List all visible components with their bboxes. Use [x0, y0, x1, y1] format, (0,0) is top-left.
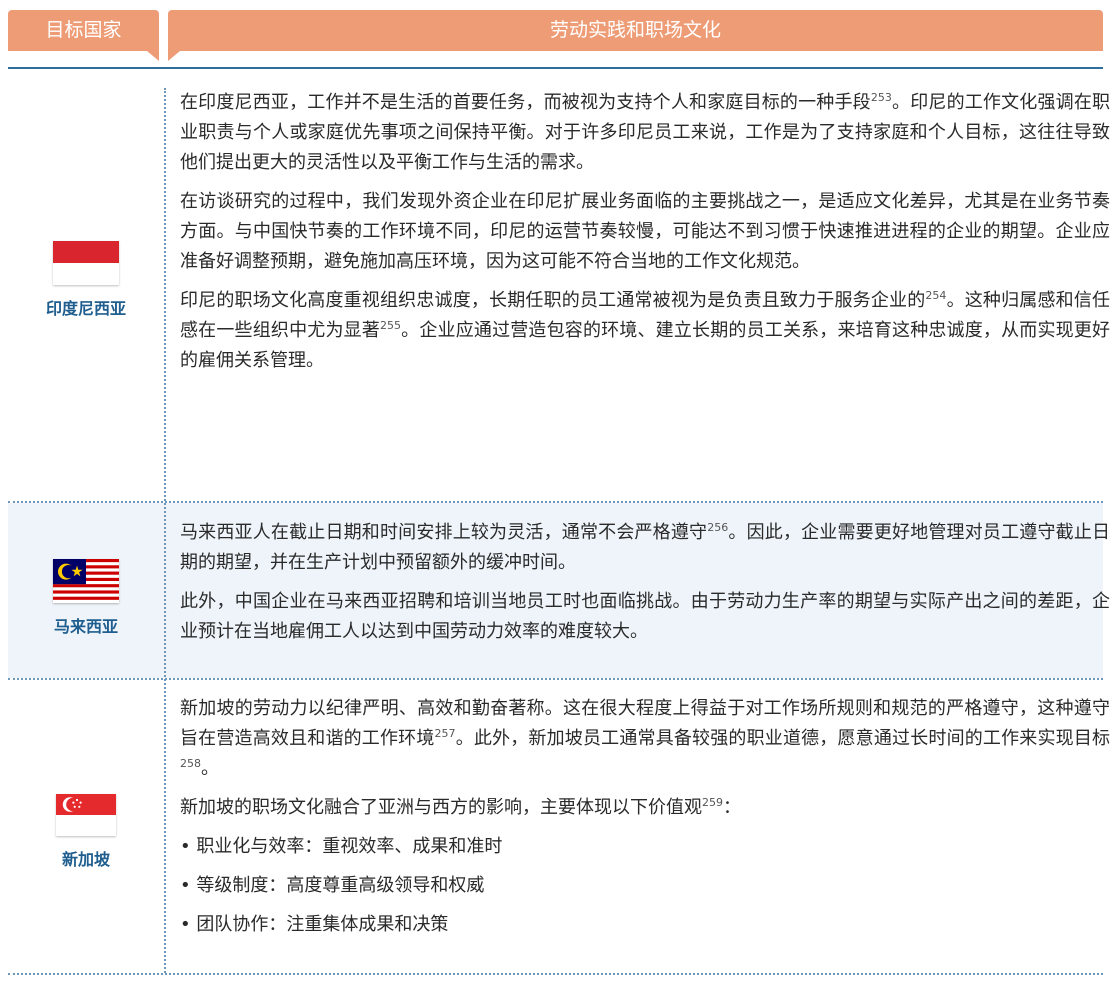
paragraph-text: 在印度尼西亚，工作并不是生活的首要任务，而被视为支持个人和家庭目标的一种手段	[180, 92, 871, 113]
country-cell: 新加坡	[8, 794, 164, 870]
country-name: 新加坡	[61, 850, 110, 869]
paragraph: • 团队协作：注重集体成果和决策	[180, 910, 1110, 940]
content-cell: 马来西亚人在截止日期和时间安排上较为灵活，通常不会严格遵守256。因此，企业需要…	[180, 518, 1110, 656]
column-header-country: 目标国家	[8, 10, 159, 51]
paragraph-text: 马来西亚人在截止日期和时间安排上较为灵活，通常不会严格遵守	[180, 522, 708, 543]
paragraph: 新加坡的劳动力以纪律严明、高效和勤奋著称。这在很大程度上得益于对工作场所规则和规…	[180, 694, 1110, 784]
footnote-marker: 258	[180, 757, 201, 770]
footnote-marker: 256	[707, 521, 729, 534]
column-divider	[164, 88, 166, 973]
footnote-marker: 257	[434, 727, 456, 740]
paragraph-text: • 等级制度：高度尊重高级领导和权威	[180, 875, 485, 896]
paragraph: • 职业化与效率：重视效率、成果和准时	[180, 832, 1110, 862]
paragraph-text: • 职业化与效率：重视效率、成果和准时	[180, 836, 503, 857]
malaysia-flag-icon	[53, 559, 119, 603]
column-header-culture: 劳动实践和职场文化	[168, 10, 1103, 51]
paragraph-text: 在访谈研究的过程中，我们发现外资企业在印尼扩展业务面临的主要挑战之一，是适应文化…	[180, 191, 1110, 272]
footnote-marker: 259	[702, 796, 723, 809]
country-name: 马来西亚	[53, 617, 118, 636]
paragraph-text: ：	[723, 797, 741, 818]
header-notch	[147, 51, 159, 61]
paragraph-text: 新加坡的职场文化融合了亚洲与西方的影响，主要体现以下价值观	[180, 797, 702, 818]
content-cell: 在印度尼西亚，工作并不是生活的首要任务，而被视为支持个人和家庭目标的一种手段25…	[180, 88, 1110, 385]
table-row-singapore: 新加坡 新加坡的劳动力以纪律严明、高效和勤奋著称。这在很大程度上得益于对工作场所…	[8, 680, 1110, 972]
footnote-marker: 255	[379, 319, 401, 332]
paragraph-text: 印尼的职场文化高度重视组织忠诚度，长期任职的员工通常被视为是负责且致力于服务企业…	[180, 290, 926, 311]
paragraph-text: 。此外，新加坡员工通常具备较强的职业道德，愿意通过长时间的工作来实现目标	[455, 728, 1111, 749]
table-row-indonesia: 印度尼西亚 在印度尼西亚，工作并不是生活的首要任务，而被视为支持个人和家庭目标的…	[8, 69, 1110, 501]
singapore-flag-icon	[56, 794, 116, 836]
paragraph: 此外，中国企业在马来西亚招聘和培训当地员工时也面临挑战。由于劳动力生产率的期望与…	[180, 587, 1110, 647]
paragraph: 在访谈研究的过程中，我们发现外资企业在印尼扩展业务面临的主要挑战之一，是适应文化…	[180, 187, 1110, 277]
country-name: 印度尼西亚	[45, 299, 126, 318]
paragraph-text: 此外，中国企业在马来西亚招聘和培训当地员工时也面临挑战。由于劳动力生产率的期望与…	[180, 591, 1110, 642]
row-divider	[8, 973, 1103, 975]
content-cell: 新加坡的劳动力以纪律严明、高效和勤奋著称。这在很大程度上得益于对工作场所规则和规…	[180, 694, 1110, 949]
paragraph-text: • 团队协作：注重集体成果和决策	[180, 914, 449, 935]
paragraph: 印尼的职场文化高度重视组织忠诚度，长期任职的员工通常被视为是负责且致力于服务企业…	[180, 286, 1110, 376]
country-cell: 马来西亚	[8, 559, 164, 637]
footnote-marker: 254	[925, 289, 947, 302]
paragraph-text: 。	[201, 758, 219, 779]
country-cell: 印度尼西亚	[8, 241, 164, 319]
paragraph: 马来西亚人在截止日期和时间安排上较为灵活，通常不会严格遵守256。因此，企业需要…	[180, 518, 1110, 578]
paragraph: 在印度尼西亚，工作并不是生活的首要任务，而被视为支持个人和家庭目标的一种手段25…	[180, 88, 1110, 178]
table-row-malaysia: 马来西亚 马来西亚人在截止日期和时间安排上较为灵活，通常不会严格遵守256。因此…	[8, 503, 1110, 678]
footnote-marker: 253	[870, 91, 892, 104]
paragraph: • 等级制度：高度尊重高级领导和权威	[180, 871, 1110, 901]
paragraph: 新加坡的职场文化融合了亚洲与西方的影响，主要体现以下价值观259：	[180, 793, 1110, 823]
indonesia-flag-icon	[53, 241, 119, 285]
header-notch	[168, 51, 180, 61]
